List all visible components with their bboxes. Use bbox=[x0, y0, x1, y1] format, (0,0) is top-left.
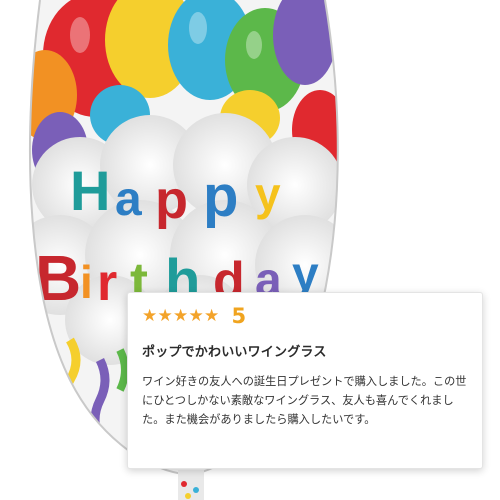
svg-text:r: r bbox=[97, 254, 117, 312]
svg-text:i: i bbox=[80, 256, 93, 308]
review-title: ポップでかわいいワイングラス bbox=[142, 345, 327, 360]
svg-text:B: B bbox=[35, 242, 81, 314]
svg-text:H: H bbox=[70, 159, 110, 222]
star-rating: ★ ★ ★ ★ ★ bbox=[142, 306, 220, 326]
svg-text:p: p bbox=[155, 170, 188, 230]
star-icon: ★ bbox=[204, 306, 220, 326]
review-card: ★ ★ ★ ★ ★ 5 ポップでかわいいワイングラス ワイン好きの友人への誕生日… bbox=[127, 292, 483, 469]
svg-text:p: p bbox=[203, 164, 238, 229]
star-icon: ★ bbox=[157, 306, 173, 326]
star-icon: ★ bbox=[188, 306, 204, 326]
rating-row: ★ ★ ★ ★ ★ 5 bbox=[142, 304, 468, 328]
star-icon: ★ bbox=[142, 306, 158, 326]
star-icon: ★ bbox=[173, 306, 189, 326]
svg-text:y: y bbox=[255, 168, 281, 220]
rating-value: 5 bbox=[231, 304, 247, 328]
review-body: ワイン好きの友人への誕生日プレゼントで購入しました。この世にひとつしかない素敵な… bbox=[142, 375, 467, 426]
svg-text:a: a bbox=[115, 173, 142, 226]
